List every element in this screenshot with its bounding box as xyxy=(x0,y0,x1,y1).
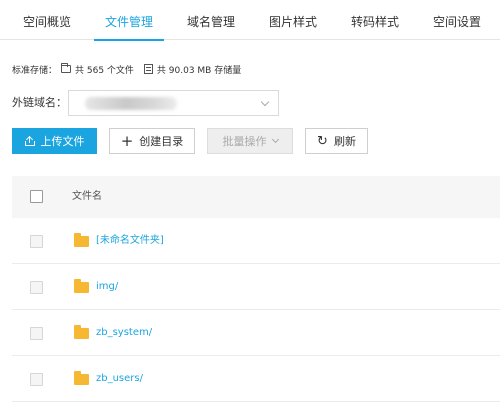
folder-icon xyxy=(74,371,89,385)
tab-transcode-styles[interactable]: 转码样式 xyxy=(340,0,410,40)
create-directory-button[interactable]: + 创建目录 xyxy=(109,128,195,154)
folder-icon xyxy=(74,325,89,339)
tab-image-styles[interactable]: 图片样式 xyxy=(258,0,328,40)
file-name-link[interactable]: zb_users/ xyxy=(96,372,143,386)
batch-operations-label: 批量操作 xyxy=(222,135,267,148)
database-icon xyxy=(143,64,153,74)
chevron-down-icon xyxy=(260,97,270,107)
column-header-filename: 文件名 xyxy=(72,191,102,202)
tab-file-management[interactable]: 文件管理 xyxy=(94,0,164,41)
chevron-down-icon xyxy=(271,135,279,144)
tab-space-overview[interactable]: 空间概览 xyxy=(12,0,82,40)
file-name-link[interactable]: [未命名文件夹] xyxy=(96,234,164,248)
tab-space-settings[interactable]: 空间设置 xyxy=(422,0,492,40)
plus-icon: + xyxy=(120,131,134,150)
domain-value-obscured xyxy=(85,97,177,110)
refresh-button[interactable]: ↻ 刷新 xyxy=(305,128,368,154)
storage-summary: 标准存储： 共 565 个文件 共 90.03 MB 存储量 xyxy=(12,62,241,76)
row-checkbox[interactable] xyxy=(30,235,43,248)
domain-select[interactable] xyxy=(68,90,279,116)
tab-domain-management[interactable]: 域名管理 xyxy=(176,0,246,40)
table-row: zb_system/ xyxy=(12,310,500,356)
file-name-link[interactable]: img/ xyxy=(96,280,118,294)
create-directory-label: 创建目录 xyxy=(139,135,184,148)
upload-file-label: 上传文件 xyxy=(40,135,85,148)
batch-operations-button[interactable]: 批量操作 xyxy=(207,128,293,154)
row-checkbox[interactable] xyxy=(30,327,43,340)
upload-icon xyxy=(24,135,35,146)
row-checkbox[interactable] xyxy=(30,373,43,386)
file-table-header: 文件名 xyxy=(12,176,500,218)
domain-label: 外链域名： xyxy=(12,96,67,109)
folder-outline-icon xyxy=(61,63,72,73)
storage-type-label: 标准存储： xyxy=(12,65,58,76)
folder-icon xyxy=(74,233,89,247)
folder-icon xyxy=(74,279,89,293)
upload-file-button[interactable]: 上传文件 xyxy=(12,128,97,154)
file-name-link[interactable]: zb_system/ xyxy=(96,326,152,340)
top-tab-bar: 空间概览 文件管理 域名管理 图片样式 转码样式 空间设置 xyxy=(0,0,500,41)
select-all-checkbox[interactable] xyxy=(30,190,43,203)
table-row: zb_users/ xyxy=(12,356,500,402)
storage-size-text: 共 90.03 MB 存储量 xyxy=(156,65,242,76)
table-row: [未命名文件夹] xyxy=(12,218,500,264)
table-row: img/ xyxy=(12,264,500,310)
refresh-icon: ↻ xyxy=(317,133,328,149)
refresh-label: 刷新 xyxy=(333,135,356,148)
row-checkbox[interactable] xyxy=(30,281,43,294)
file-count-text: 共 565 个文件 xyxy=(75,65,134,76)
